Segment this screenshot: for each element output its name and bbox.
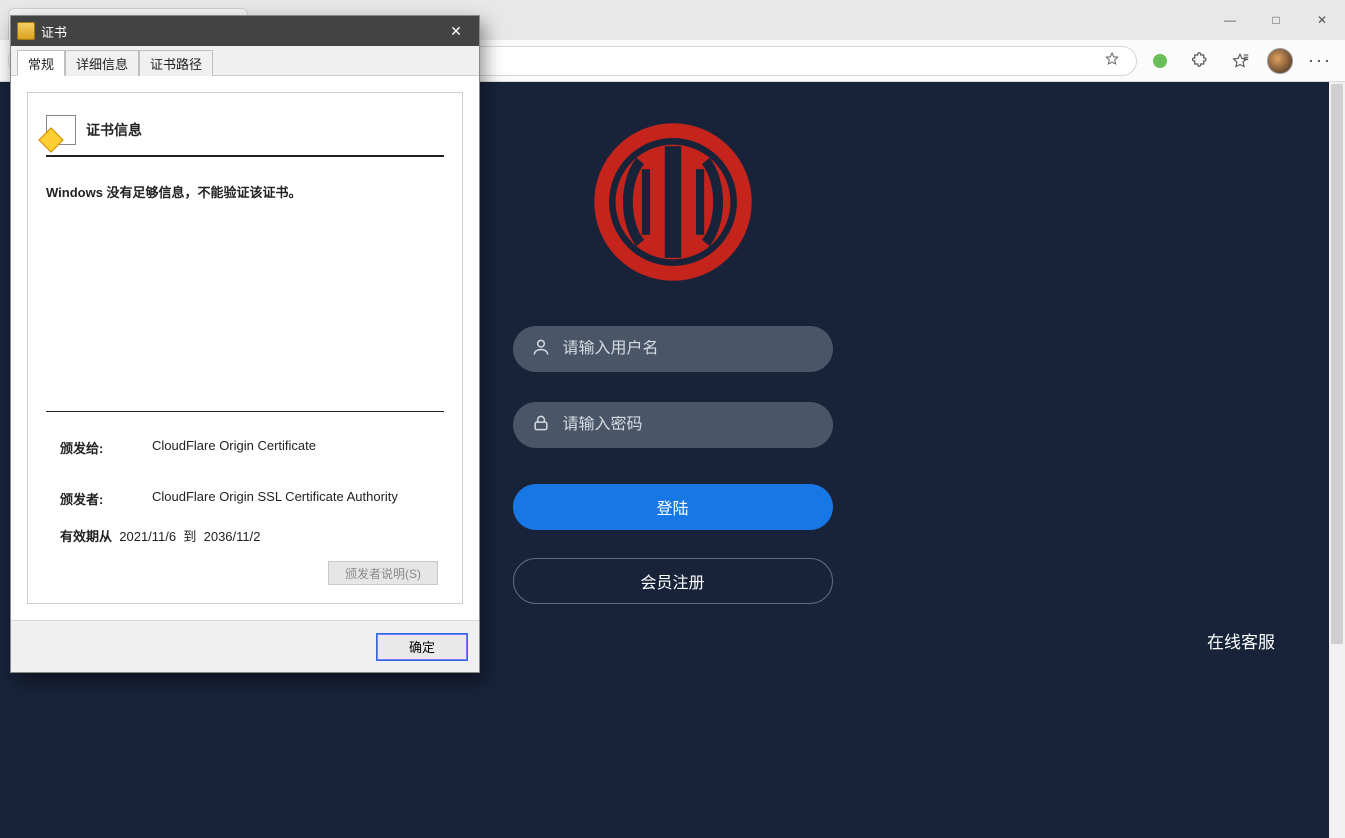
issued-by-label: 颁发者: [60, 489, 146, 508]
issued-to-label: 颁发给: [60, 438, 146, 457]
minimize-button[interactable]: — [1207, 0, 1253, 40]
username-input[interactable] [563, 340, 815, 358]
valid-from: 2021/11/6 [119, 529, 176, 544]
issued-by-value: CloudFlare Origin SSL Certificate Author… [152, 489, 444, 508]
validity-label: 有效期从 [60, 529, 112, 544]
dialog-tabs: 常规 详细信息 证书路径 [11, 46, 479, 76]
online-service-link[interactable]: 在线客服 [1207, 628, 1275, 653]
valid-to-word: 到 [183, 529, 196, 544]
window-controls: — □ ✕ [1207, 0, 1345, 40]
cert-panel: 证书信息 Windows 没有足够信息，不能验证该证书。 颁发给: CloudF… [27, 92, 463, 604]
tab-cert-path[interactable]: 证书路径 [139, 50, 213, 76]
username-field[interactable] [513, 326, 833, 372]
user-icon [531, 337, 551, 362]
register-button[interactable]: 会员注册 [513, 558, 833, 604]
lock-icon [531, 413, 551, 438]
dialog-close-button[interactable]: ✕ [439, 16, 473, 46]
extensions-icon[interactable] [1183, 46, 1217, 76]
window-close-button[interactable]: ✕ [1299, 0, 1345, 40]
cert-info-heading: 证书信息 [86, 120, 142, 140]
vertical-scrollbar[interactable] [1329, 82, 1345, 838]
issued-to-value: CloudFlare Origin Certificate [152, 438, 444, 457]
password-field[interactable] [513, 402, 833, 448]
scrollbar-thumb[interactable] [1331, 84, 1343, 644]
dialog-body: 证书信息 Windows 没有足够信息，不能验证该证书。 颁发给: CloudF… [11, 76, 479, 620]
issuer-statement-button[interactable]: 颁发者说明(S) [328, 561, 438, 585]
more-menu-icon[interactable]: ··· [1303, 46, 1337, 76]
tab-general[interactable]: 常规 [17, 50, 65, 76]
validity-row: 有效期从 2021/11/6 到 2036/11/2 [46, 518, 444, 545]
cert-info-header: 证书信息 [46, 115, 444, 157]
certificate-icon [17, 22, 35, 40]
login-form: 登陆 会员注册 [513, 82, 833, 632]
brand-logo [591, 120, 755, 284]
cert-warning-text: Windows 没有足够信息，不能验证该证书。 [46, 183, 444, 203]
dialog-titlebar[interactable]: 证书 ✕ [11, 16, 479, 46]
password-input[interactable] [563, 416, 815, 434]
favorite-star-icon[interactable] [1102, 51, 1122, 70]
cert-fields: 颁发给: CloudFlare Origin Certificate 颁发者: … [46, 430, 444, 518]
extension-status-icon[interactable] [1143, 46, 1177, 76]
separator [46, 411, 444, 412]
favorites-icon[interactable] [1223, 46, 1257, 76]
certificate-dialog: 证书 ✕ 常规 详细信息 证书路径 证书信息 Windows 没有足够信息，不能… [10, 15, 480, 673]
dialog-footer: 确定 [11, 620, 479, 672]
certificate-warning-icon [46, 115, 76, 145]
valid-to: 2036/11/2 [204, 529, 261, 544]
maximize-button[interactable]: □ [1253, 0, 1299, 40]
tab-details[interactable]: 详细信息 [65, 50, 139, 76]
login-button[interactable]: 登陆 [513, 484, 833, 530]
profile-avatar[interactable] [1263, 46, 1297, 76]
dialog-title: 证书 [41, 22, 439, 41]
ok-button[interactable]: 确定 [377, 634, 467, 660]
